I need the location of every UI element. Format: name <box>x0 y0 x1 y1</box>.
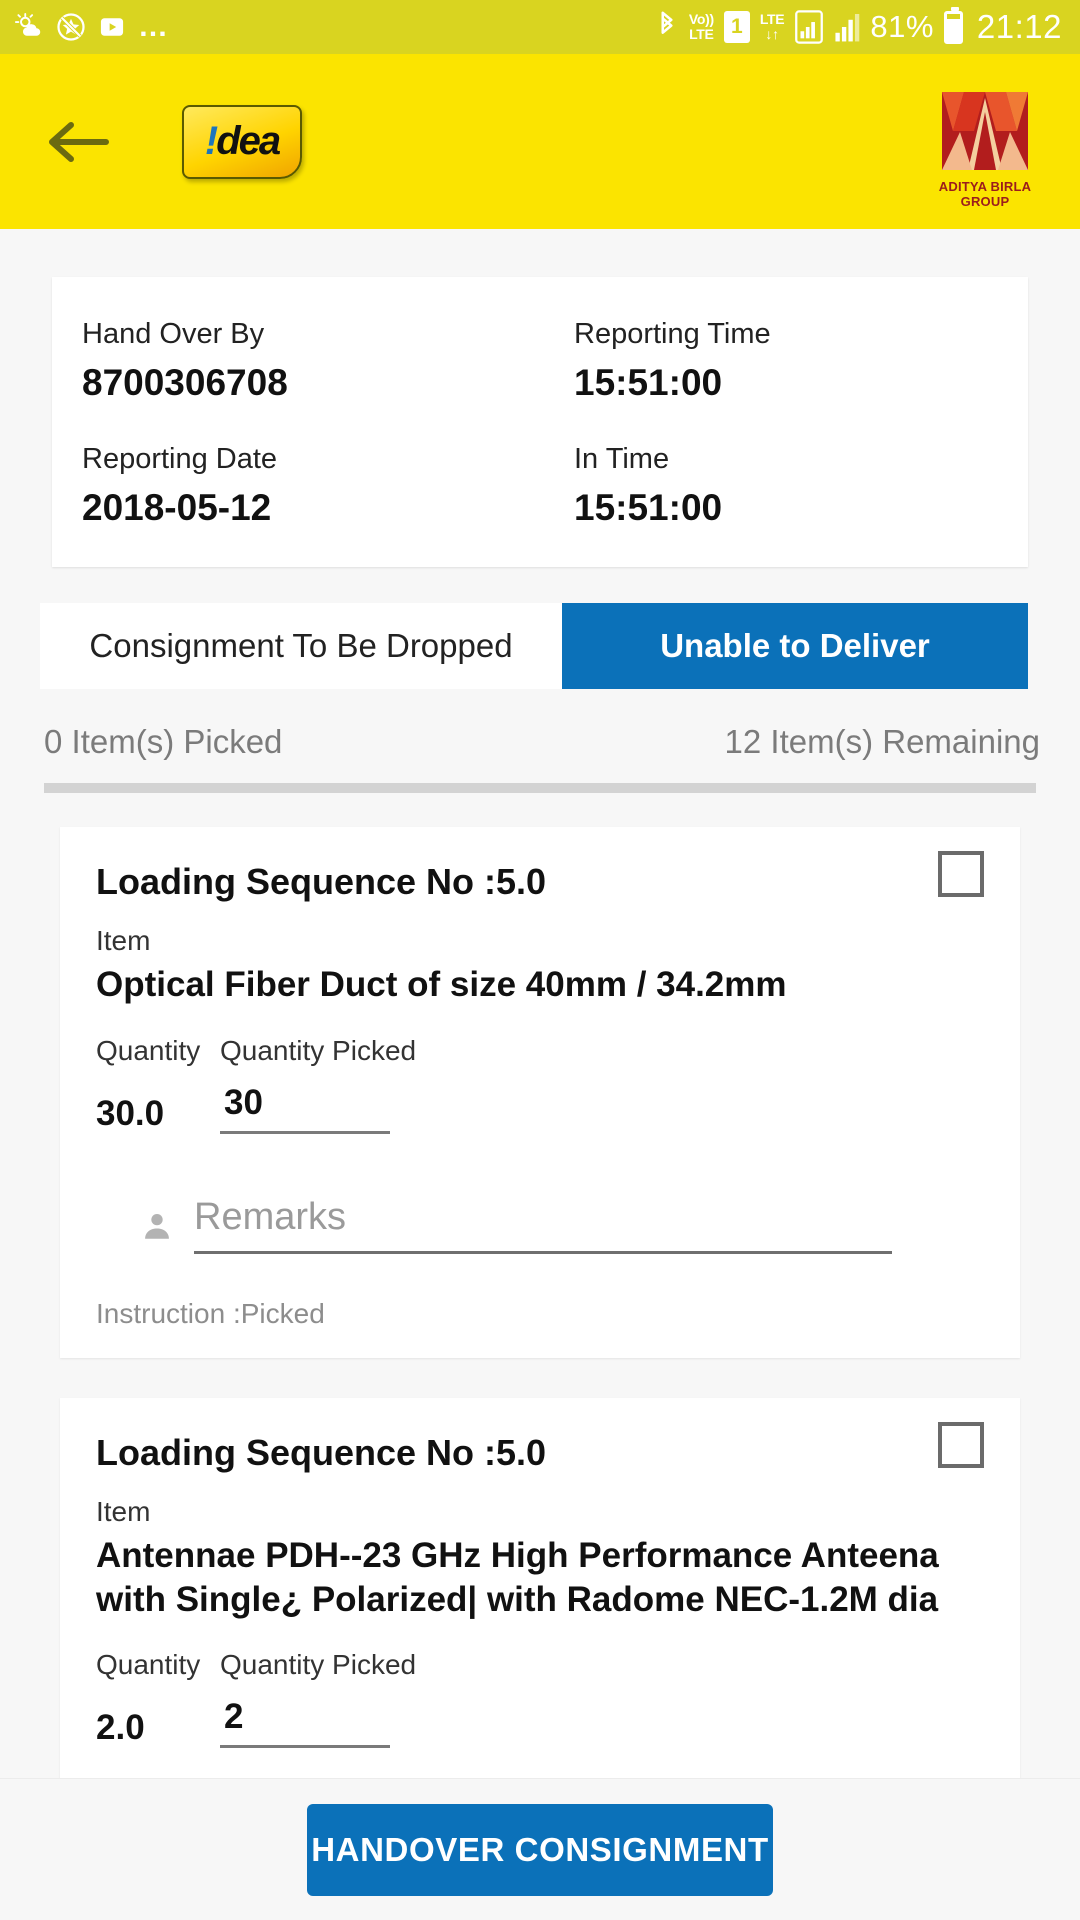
remarks-row <box>140 1195 984 1254</box>
quantity-value: 30.0 <box>96 1093 165 1133</box>
consignment-info-card: Hand Over By 8700306708 Reporting Time 1… <box>52 277 1028 568</box>
aditya-birla-label: ADITYA BIRLA GROUP <box>938 179 1032 209</box>
reporting-date-field: Reporting Date 2018-05-12 <box>82 440 540 533</box>
reporting-time-field: Reporting Time 15:51:00 <box>540 315 998 408</box>
quantity-picked-label: Quantity Picked <box>220 1034 417 1066</box>
scroll-area[interactable]: Hand Over By 8700306708 Reporting Time 1… <box>0 229 1080 1778</box>
quantity-headers: Quantity Quantity Picked <box>96 1649 984 1681</box>
progress-counts: 0 Item(s) Picked 12 Item(s) Remaining <box>44 723 1040 761</box>
lte-data-icon: LTE ↓↑ <box>759 11 785 42</box>
clock-label: 21:12 <box>976 8 1062 45</box>
volte-icon: Vo)) LTE <box>688 11 714 42</box>
quantity-label: Quantity <box>96 1034 201 1066</box>
aditya-birla-mark-icon <box>942 92 1028 170</box>
weather-icon <box>14 12 44 42</box>
items-picked-label: 0 Item(s) Picked <box>44 723 283 761</box>
battery-icon <box>943 6 963 44</box>
more-dots-icon: … <box>138 10 170 43</box>
item-checkbox[interactable] <box>938 851 984 898</box>
handover-consignment-button[interactable]: HANDOVER CONSIGNMENT <box>307 1803 773 1896</box>
quantity-value: 2.0 <box>96 1708 145 1748</box>
hand-over-by-value: 8700306708 <box>82 362 288 404</box>
signal-bars-icon <box>794 10 824 44</box>
battery-percent-label: 81% <box>870 9 934 44</box>
person-icon <box>140 1208 174 1244</box>
item-name: Optical Fiber Duct of size 40mm / 34.2mm <box>96 965 787 1005</box>
quantity-values: 30.0 <box>96 1082 984 1134</box>
quantity-values: 2.0 <box>96 1697 984 1749</box>
sim-1-icon: 1 <box>723 11 750 43</box>
instruction-label: Instruction :Picked <box>96 1297 325 1329</box>
item-name: Antennae PDH--23 GHz High Performance An… <box>96 1535 939 1619</box>
quantity-headers: Quantity Quantity Picked <box>96 1035 984 1067</box>
idea-logo-bang: ! <box>204 119 218 163</box>
info-row-1: Hand Over By 8700306708 Reporting Time 1… <box>82 315 998 408</box>
tab-unable-to-deliver[interactable]: Unable to Deliver <box>562 603 1028 690</box>
info-row-2: Reporting Date 2018-05-12 In Time 15:51:… <box>82 440 998 533</box>
bottom-action-bar: HANDOVER CONSIGNMENT <box>0 1778 1080 1920</box>
items-remaining-label: 12 Item(s) Remaining <box>724 723 1040 761</box>
star-crossed-icon <box>56 12 86 42</box>
bluetooth-icon <box>655 10 679 44</box>
item-label: Item <box>96 925 151 957</box>
hand-over-by-label: Hand Over By <box>82 318 265 350</box>
app-bar: ! dea ADITYA BIRLA GROUP <box>0 54 1080 229</box>
item-checkbox[interactable] <box>938 1421 984 1468</box>
item-label: Item <box>96 1495 151 1527</box>
idea-logo-text: dea <box>216 119 281 163</box>
tab-consignment-to-be-dropped[interactable]: Consignment To Be Dropped <box>40 603 562 690</box>
video-play-icon <box>98 13 126 41</box>
app-screen: … Vo)) LTE 1 LTE ↓↑ 81% 21:12 ! dea ADIT… <box>0 0 1080 1920</box>
main-content: Hand Over By 8700306708 Reporting Time 1… <box>0 277 1080 1778</box>
signal-bars-secondary-icon <box>834 11 860 43</box>
reporting-date-value: 2018-05-12 <box>82 487 272 529</box>
in-time-field: In Time 15:51:00 <box>540 440 998 533</box>
progress-bar <box>44 783 1036 794</box>
hand-over-by-field: Hand Over By 8700306708 <box>82 315 540 408</box>
loading-sequence-title: Loading Sequence No :5.0 <box>96 1431 547 1473</box>
status-bar-left: … <box>14 12 170 42</box>
item-list: Loading Sequence No :5.0 Item Optical Fi… <box>0 827 1080 1778</box>
status-bar-right: Vo)) LTE 1 LTE ↓↑ 81% 21:12 <box>655 6 1062 46</box>
quantity-label: Quantity <box>96 1649 201 1681</box>
aditya-birla-logo: ADITYA BIRLA GROUP <box>926 92 1044 209</box>
quantity-picked-label: Quantity Picked <box>220 1649 417 1681</box>
idea-logo: ! dea <box>182 104 302 179</box>
in-time-value: 15:51:00 <box>574 487 723 529</box>
tab-bar: Consignment To Be Dropped Unable to Deli… <box>40 603 1028 690</box>
status-bar: … Vo)) LTE 1 LTE ↓↑ 81% 21:12 <box>0 0 1080 54</box>
quantity-picked-input[interactable] <box>220 1082 390 1134</box>
item-card[interactable]: Loading Sequence No :5.0 Item Optical Fi… <box>60 827 1020 1358</box>
in-time-label: In Time <box>574 443 670 476</box>
item-card[interactable]: Loading Sequence No :5.0 Item Antennae P… <box>60 1397 1020 1778</box>
reporting-time-value: 15:51:00 <box>574 362 723 404</box>
remarks-input[interactable] <box>194 1195 892 1254</box>
back-arrow-icon[interactable] <box>44 107 114 177</box>
reporting-time-label: Reporting Time <box>574 318 771 350</box>
reporting-date-label: Reporting Date <box>82 443 278 476</box>
quantity-picked-input[interactable] <box>220 1697 390 1749</box>
loading-sequence-title: Loading Sequence No :5.0 <box>96 861 547 903</box>
